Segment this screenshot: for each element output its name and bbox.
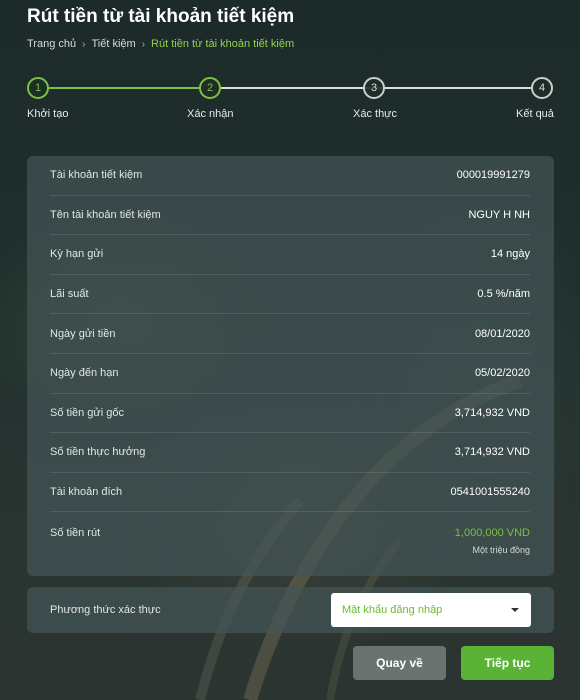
detail-label: Lãi suất [50, 288, 89, 301]
breadcrumb-home[interactable]: Trang chủ [27, 38, 76, 50]
verification-method-card: Phương thức xác thực Mật khẩu đăng nhập [27, 587, 554, 633]
step-1-circle: 1 [27, 77, 49, 99]
detail-row-maturity-date: Ngày đến hạn 05/02/2020 [50, 354, 530, 394]
detail-label: Ngày đến hạn [50, 367, 119, 380]
back-button[interactable]: Quay về [353, 646, 446, 680]
step-3-circle: 3 [363, 77, 385, 99]
detail-row-interest-rate: Lãi suất 0.5 %/năm [50, 275, 530, 315]
breadcrumb-savings[interactable]: Tiết kiệm [91, 38, 135, 50]
detail-value: 14 ngày [490, 248, 530, 261]
detail-value: 0541001555240 [450, 486, 530, 499]
detail-value: 3,714,932 VND [454, 406, 530, 419]
detail-label: Tài khoản tiết kiệm [50, 169, 143, 182]
breadcrumb-current: Rút tiền từ tài khoản tiết kiệm [151, 38, 295, 50]
detail-row-savings-account: Tài khoản tiết kiệm 000019991279 [50, 156, 530, 196]
step-2-circle: 2 [199, 77, 221, 99]
detail-value: 3,714,932 VND [454, 446, 530, 459]
detail-label: Số tiền gửi gốc [50, 406, 125, 419]
page-title: Rút tiền từ tài khoản tiết kiệm [27, 6, 295, 27]
step-1-label: Khởi tạo [27, 108, 69, 120]
withdraw-amount-in-words: Một triệu đồng [472, 545, 530, 556]
detail-label: Ngày gửi tiền [50, 327, 116, 340]
detail-value: 000019991279 [456, 169, 530, 182]
breadcrumb-separator-icon: › [82, 38, 86, 50]
detail-row-withdraw-amount: Số tiền rút 1,000,000 VND Một triệu đồng [50, 512, 530, 568]
detail-row-principal: Số tiền gửi gốc 3,714,932 VND [50, 394, 530, 434]
step-4-label: Kết quả [516, 108, 554, 120]
detail-label: Số tiền rút [50, 527, 101, 540]
breadcrumb: Trang chủ › Tiết kiệm › Rút tiền từ tài … [27, 38, 294, 50]
withdrawal-details-card: Tài khoản tiết kiệm 000019991279 Tên tài… [27, 156, 554, 576]
verification-method-select[interactable]: Mật khẩu đăng nhập [331, 593, 531, 627]
detail-row-term: Kỳ hạn gửi 14 ngày [50, 235, 530, 275]
detail-value: 05/02/2020 [474, 367, 530, 380]
detail-value: NGUY H NH [468, 208, 530, 221]
detail-row-deposit-date: Ngày gửi tiền 08/01/2020 [50, 314, 530, 354]
detail-value: 0.5 %/năm [477, 288, 530, 301]
detail-value: 08/01/2020 [474, 327, 530, 340]
withdraw-amount-block: 1,000,000 VND Một triệu đồng [455, 527, 530, 555]
stepper-line-completed [49, 87, 201, 89]
verification-method-value: Mật khẩu đăng nhập [342, 604, 443, 616]
step-2-label: Xác nhận [187, 108, 234, 120]
detail-row-actual-amount: Số tiền thực hưởng 3,714,932 VND [50, 433, 530, 473]
continue-button[interactable]: Tiếp tục [461, 646, 554, 680]
detail-label: Kỳ hạn gửi [50, 248, 104, 261]
detail-label: Số tiền thực hưởng [50, 446, 146, 459]
chevron-down-icon [511, 608, 519, 612]
detail-label: Tên tài khoản tiết kiệm [50, 208, 161, 221]
detail-row-destination-account: Tài khoản đích 0541001555240 [50, 473, 530, 513]
progress-stepper: 1 2 3 4 Khởi tạo Xác nhận Xác thực Kết q… [0, 76, 580, 126]
detail-label: Tài khoản đích [50, 486, 123, 499]
breadcrumb-separator-icon: › [141, 38, 146, 50]
step-3-label: Xác thực [353, 108, 398, 120]
verification-method-label: Phương thức xác thực [50, 604, 161, 616]
detail-row-account-name: Tên tài khoản tiết kiệm NGUY H NH [50, 196, 530, 236]
withdraw-amount-value: 1,000,000 VND [454, 527, 530, 540]
step-4-circle: 4 [531, 77, 553, 99]
